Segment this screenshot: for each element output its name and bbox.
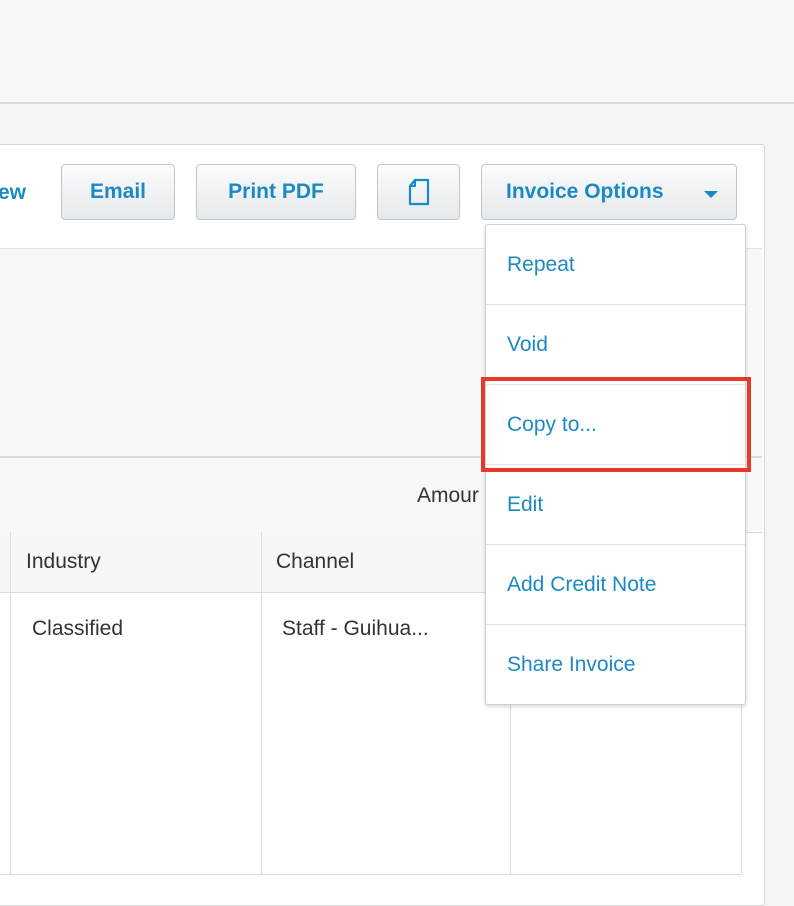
menu-item-share-invoice[interactable]: Share Invoice xyxy=(486,625,745,705)
highlight-box xyxy=(481,377,751,472)
amount-column-label: Amour xyxy=(417,484,479,507)
column-header-channel: Channel xyxy=(276,550,355,573)
menu-item-edit[interactable]: Edit xyxy=(486,465,745,545)
view-link[interactable]: ew xyxy=(0,181,26,205)
invoice-options-label: Invoice Options xyxy=(506,180,664,203)
cell-channel: Staff - Guihua... xyxy=(282,617,429,640)
column-header-industry: Industry xyxy=(26,550,101,573)
menu-item-repeat[interactable]: Repeat xyxy=(486,225,745,305)
cell-industry: Classified xyxy=(32,617,124,640)
table-bottom-border xyxy=(0,874,742,875)
document-icon xyxy=(408,178,429,206)
invoice-options-button[interactable]: Invoice Options xyxy=(481,164,737,220)
column-divider xyxy=(261,532,262,875)
menu-item-add-credit-note[interactable]: Add Credit Note xyxy=(486,545,745,625)
print-pdf-button[interactable]: Print PDF xyxy=(196,164,356,220)
column-divider xyxy=(10,532,11,875)
document-button[interactable] xyxy=(377,164,460,220)
chevron-down-icon xyxy=(704,191,718,198)
menu-item-void[interactable]: Void xyxy=(486,305,745,385)
email-button[interactable]: Email xyxy=(61,164,175,220)
top-bar xyxy=(0,0,794,104)
